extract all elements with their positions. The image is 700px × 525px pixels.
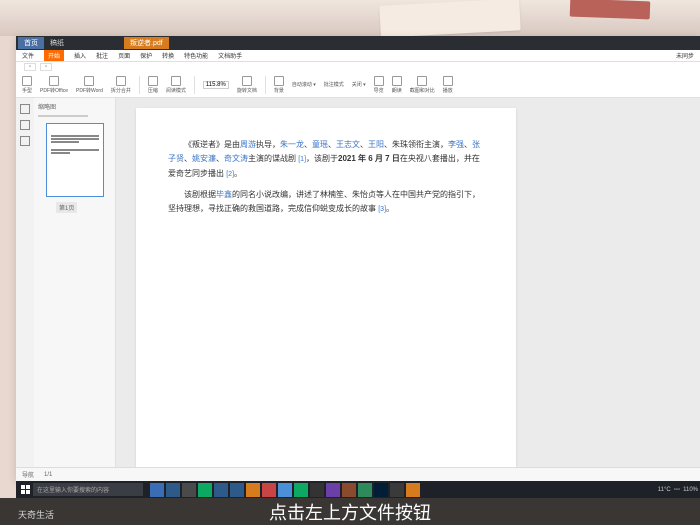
tab-home[interactable]: 首页 bbox=[18, 37, 44, 49]
task-icon[interactable] bbox=[182, 483, 196, 497]
ribbon-protect[interactable]: 批注模式 bbox=[324, 81, 344, 88]
doc-paragraph: 《叛逆者》是由周游执导，朱一龙、童瑶、王志文、王阳、朱珠领衔主演，李强、张子贤、… bbox=[168, 138, 484, 182]
tab-paper[interactable]: 稿纸 bbox=[50, 38, 64, 48]
zoom-value[interactable]: 115.8% bbox=[203, 81, 229, 89]
titlebar: 首页 稿纸 叛逆者.pdf bbox=[16, 36, 700, 50]
page: 《叛逆者》是由周游执导，朱一龙、童瑶、王志文、王阳、朱珠领衔主演，李强、张子贤、… bbox=[136, 108, 516, 467]
taskbar-search[interactable]: 在这里输入你要搜索的内容 bbox=[33, 483, 143, 496]
document-area[interactable]: 《叛逆者》是由周游执导，朱一龙、童瑶、王志文、王阳、朱珠领衔主演，李强、张子贤、… bbox=[116, 98, 700, 467]
task-icon[interactable] bbox=[374, 483, 388, 497]
doc-tab[interactable]: 叛逆者.pdf bbox=[124, 37, 169, 49]
menu-start[interactable]: 开始 bbox=[44, 50, 64, 61]
ribbon-sign[interactable]: 自动滚动 ▾ bbox=[292, 81, 316, 88]
ribbon-pdfword[interactable]: PDF转Word bbox=[76, 76, 103, 94]
task-icon[interactable] bbox=[214, 483, 228, 497]
ribbon-nav[interactable]: 关闭 ▾ bbox=[352, 81, 366, 88]
task-icon[interactable] bbox=[326, 483, 340, 497]
statusbar: 导航 1/1 bbox=[16, 467, 700, 481]
watermark: 天奇生活 bbox=[18, 508, 54, 521]
status-nav[interactable]: 导航 bbox=[22, 470, 34, 479]
task-icon[interactable] bbox=[390, 483, 404, 497]
menu-insert[interactable]: 插入 bbox=[74, 51, 86, 60]
tray-zoom: 110% bbox=[683, 487, 698, 493]
task-icon[interactable] bbox=[278, 483, 292, 497]
menu-protect[interactable]: 保护 bbox=[140, 51, 152, 60]
ribbon-print[interactable]: 截图和对比 bbox=[410, 76, 435, 94]
app-window: 首页 稿纸 叛逆者.pdf 文件 开始 插入 批注 页面 保护 转换 特色功能 … bbox=[16, 36, 700, 481]
task-icon[interactable] bbox=[262, 483, 276, 497]
subtitle-bar: 点击左上方文件按钮 bbox=[0, 498, 700, 525]
menubar: 文件 开始 插入 批注 页面 保护 转换 特色功能 文档助手 未同步 bbox=[16, 50, 700, 62]
menu-extra[interactable]: 文档助手 bbox=[218, 51, 242, 60]
task-icon[interactable] bbox=[310, 483, 324, 497]
start-button[interactable] bbox=[18, 483, 32, 497]
system-tray[interactable]: 11°C ▫▫▫ 110% bbox=[658, 487, 698, 493]
ribbon-read[interactable]: 阅读模式 bbox=[166, 76, 186, 94]
ribbon-split[interactable]: 拆分合并 bbox=[111, 76, 131, 94]
tray-temp: 11°C bbox=[658, 487, 671, 493]
taskbar: 在这里输入你要搜索的内容 11°C ▫▫▫ 110% bbox=[16, 481, 700, 498]
ribbon-bg[interactable]: 背景 bbox=[274, 76, 284, 94]
thumbnail-panel-icon[interactable] bbox=[20, 104, 30, 114]
thumb-size-slider[interactable] bbox=[38, 115, 88, 117]
task-icon[interactable] bbox=[198, 483, 212, 497]
bookmark-panel-icon[interactable] bbox=[20, 120, 30, 130]
task-icon[interactable] bbox=[358, 483, 372, 497]
ribbon-rotate[interactable]: 旋转文档 bbox=[237, 76, 257, 94]
thumb-header-label: 缩略图 bbox=[38, 102, 56, 111]
task-icon[interactable] bbox=[150, 483, 164, 497]
task-icon[interactable] bbox=[294, 483, 308, 497]
menu-page[interactable]: 页面 bbox=[118, 51, 130, 60]
menu-file[interactable]: 文件 bbox=[22, 51, 34, 60]
ribbon-mode[interactable]: 导览 bbox=[374, 76, 384, 94]
ribbon-screen[interactable]: 朗读 bbox=[392, 76, 402, 94]
quick-save-icon[interactable]: ▫ bbox=[24, 63, 36, 71]
ribbon-compress[interactable]: 压缩 bbox=[148, 76, 158, 94]
menu-effects[interactable]: 特色功能 bbox=[184, 51, 208, 60]
task-icon[interactable] bbox=[246, 483, 260, 497]
ribbon-ocr[interactable]: PDF转Office bbox=[40, 76, 68, 94]
menu-annotate[interactable]: 批注 bbox=[96, 51, 108, 60]
thumb-page-label: 第1页 bbox=[56, 202, 77, 213]
task-icon[interactable] bbox=[406, 483, 420, 497]
menu-convert[interactable]: 转换 bbox=[162, 51, 174, 60]
ribbon: 手型 PDF转Office PDF转Word 拆分合并 压缩 阅读模式 115.… bbox=[16, 72, 700, 98]
attachment-panel-icon[interactable] bbox=[20, 136, 30, 146]
task-icon[interactable] bbox=[230, 483, 244, 497]
sidebar: 缩略图 第1页 bbox=[16, 98, 116, 467]
task-icon[interactable] bbox=[342, 483, 356, 497]
menu-sync[interactable]: 未同步 bbox=[676, 51, 694, 60]
task-icon[interactable] bbox=[166, 483, 180, 497]
quick-print-icon[interactable]: ▫ bbox=[40, 63, 52, 71]
doc-paragraph: 该剧根据毕鑫的同名小说改编，讲述了林楠笙、朱怡贞等人在中国共产党的指引下，坚持理… bbox=[168, 188, 484, 217]
page-thumbnail[interactable] bbox=[46, 123, 104, 197]
ribbon-hand[interactable]: 手型 bbox=[22, 76, 32, 94]
file-tabs: ▫ ▫ bbox=[16, 62, 700, 72]
status-page: 1/1 bbox=[44, 472, 52, 478]
ribbon-full[interactable]: 播放 bbox=[443, 76, 453, 94]
subtitle-text: 点击左上方文件按钮 bbox=[269, 499, 431, 525]
